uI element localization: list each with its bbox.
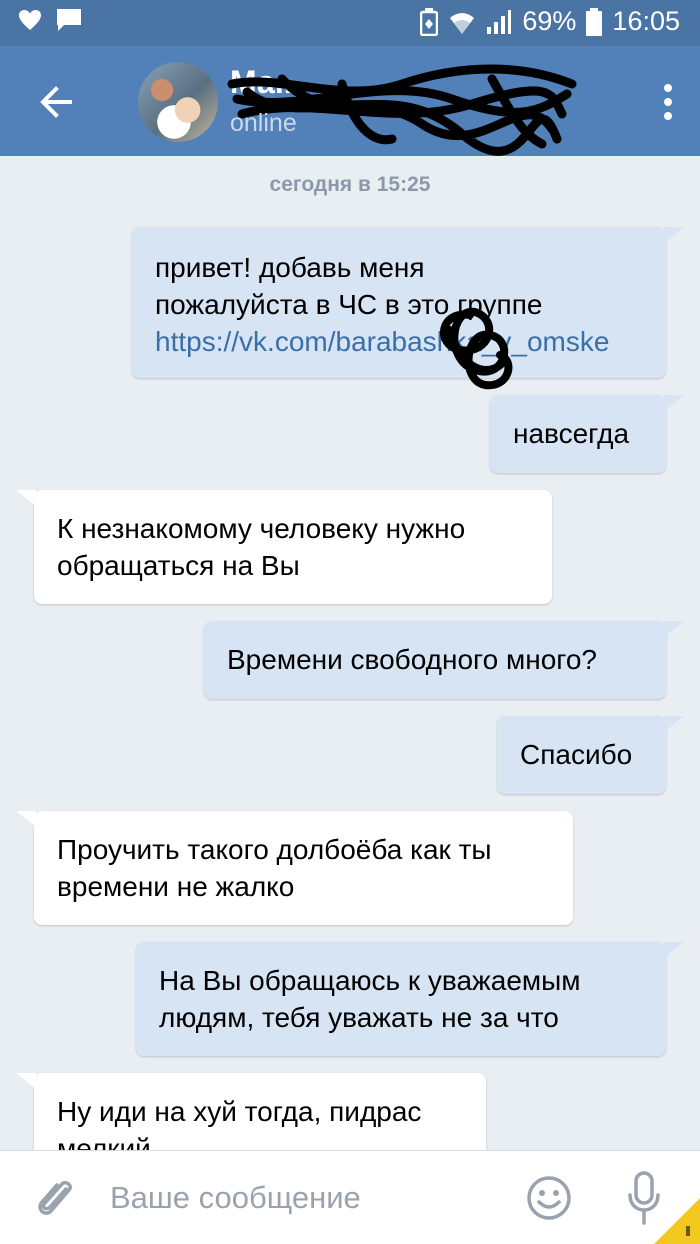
link-redaction-scribble bbox=[440, 307, 513, 390]
message-bubble-incoming[interactable]: Проучить такого долбоёба как ты времени … bbox=[16, 811, 573, 925]
bubble-tail bbox=[664, 227, 684, 243]
more-vertical-icon[interactable] bbox=[662, 82, 674, 122]
message-icon bbox=[57, 9, 81, 31]
avatar[interactable] bbox=[138, 62, 218, 142]
message-link[interactable]: https://vk.com/barabashka_v_omske bbox=[155, 323, 650, 360]
contact-status: online bbox=[230, 109, 297, 137]
message-bubble-incoming[interactable]: К незнакомому человеку нужно обращаться … bbox=[16, 490, 552, 604]
signal-icon bbox=[487, 9, 512, 34]
message-text: Проучить такого долбоёба как ты времени … bbox=[57, 834, 492, 902]
message-input[interactable] bbox=[110, 1173, 490, 1223]
message-text: К незнакомому человеку нужно обращаться … bbox=[57, 513, 466, 581]
message-bubble-outgoing[interactable]: На Вы обращаюсь к уважаемым людям, тебя … bbox=[136, 942, 684, 1056]
message-bubble-outgoing[interactable]: Времени свободного много? bbox=[204, 621, 684, 699]
message-composer bbox=[0, 1150, 700, 1244]
bubble-tail bbox=[664, 942, 684, 958]
bubble-tail bbox=[16, 490, 36, 506]
battery-percent: 69% bbox=[522, 6, 577, 36]
message-bubble-outgoing[interactable]: навсегда bbox=[490, 395, 684, 473]
battery-icon bbox=[586, 7, 603, 36]
message-text: привет! добавь меня пожалуйста в ЧС в эт… bbox=[155, 252, 543, 320]
message-text: На Вы обращаюсь к уважаемым людям, тебя … bbox=[159, 965, 581, 1033]
chat-header: Ма... online bbox=[0, 46, 700, 156]
back-arrow-icon[interactable] bbox=[30, 76, 82, 128]
notification-corner-icon bbox=[654, 1198, 700, 1244]
status-bar: 69% 16:05 bbox=[0, 0, 700, 46]
bubble-tail bbox=[664, 621, 684, 637]
heart-icon bbox=[19, 10, 41, 30]
date-separator: сегодня в 15:25 bbox=[269, 173, 431, 196]
bubble-tail bbox=[16, 811, 36, 827]
clock: 16:05 bbox=[612, 6, 680, 36]
paperclip-icon[interactable] bbox=[36, 1175, 76, 1221]
message-text: навсегда bbox=[513, 418, 630, 449]
message-text: Времени свободного много? bbox=[227, 644, 598, 675]
bubble-tail bbox=[16, 1073, 36, 1089]
wifi-icon bbox=[450, 12, 475, 34]
message-bubble-outgoing[interactable]: Спасибо bbox=[497, 716, 684, 794]
message-bubble-outgoing[interactable]: привет! добавь меня пожалуйста в ЧС в эт… bbox=[132, 227, 684, 378]
bubble-tail bbox=[664, 395, 684, 411]
smile-icon[interactable] bbox=[526, 1175, 572, 1221]
bubble-tail bbox=[664, 716, 684, 732]
battery-saver-icon bbox=[420, 7, 439, 36]
message-text: Спасибо bbox=[520, 739, 633, 770]
